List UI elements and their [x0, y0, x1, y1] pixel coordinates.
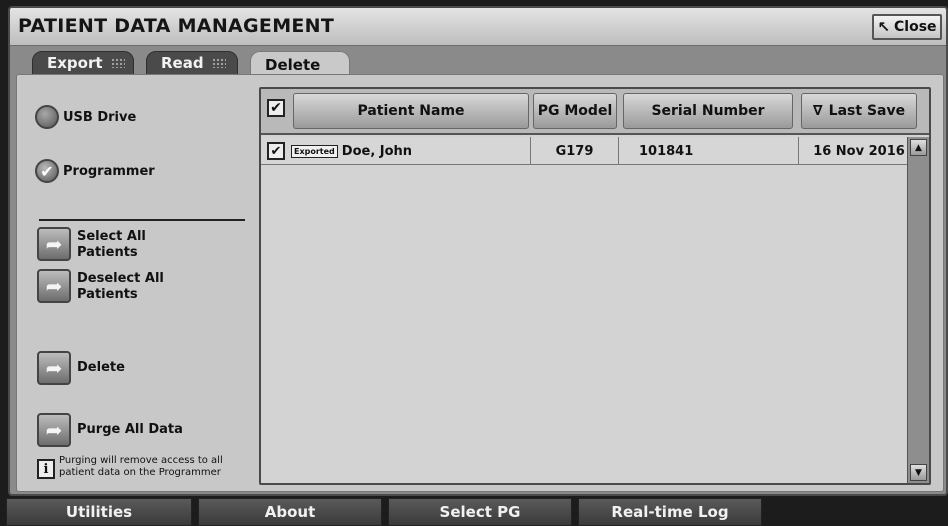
utilities-label: Utilities	[65, 503, 133, 521]
last-save-value: 16 Nov 2016	[813, 143, 905, 159]
arrow-icon: ➦	[45, 274, 63, 298]
patient-name-cell: Exported Doe, John	[291, 137, 531, 165]
deselect-all-patients-action: ➦ Deselect All Patients	[37, 269, 167, 303]
serial-number-cell: 101841	[619, 137, 799, 165]
close-label: Close	[894, 19, 937, 35]
tab-delete-label: Delete	[265, 55, 321, 74]
delete-action: ➦ Delete	[37, 351, 125, 385]
taskbar: Utilities About Select PG Real-time Log	[0, 498, 948, 526]
column-header-label: Patient Name	[357, 103, 465, 119]
arrow-icon: ➦	[45, 356, 63, 380]
check-icon: ✔	[270, 100, 282, 116]
scroll-down-icon[interactable]: ▼	[910, 464, 927, 481]
select-all-patients-action: ➦ Select All Patients	[37, 227, 167, 261]
divider	[39, 219, 245, 221]
purge-all-data-label: Purge All Data	[77, 422, 183, 437]
tab-export[interactable]: Export	[32, 51, 134, 75]
delete-label: Delete	[77, 360, 125, 375]
patient-data-management-window: PATIENT DATA MANAGEMENT ↖ Close Export R…	[8, 6, 948, 496]
info-icon: i	[37, 459, 55, 479]
exported-badge: Exported	[291, 144, 338, 158]
pg-model-cell: G179	[531, 137, 619, 165]
column-header-label: Last Save	[828, 103, 906, 119]
close-button[interactable]: ↖ Close	[872, 14, 942, 40]
table-row[interactable]: ✔ Exported Doe, John G179 101841 16 Nov …	[261, 137, 919, 165]
column-header-pg-model[interactable]: PG Model	[533, 93, 617, 129]
deselect-all-patients-button[interactable]: ➦	[37, 269, 71, 303]
grip-icon	[211, 58, 226, 68]
select-all-patients-label: Select All Patients	[77, 229, 146, 260]
source-option-programmer[interactable]: ✔ Programmer	[35, 159, 155, 183]
column-header-label: Serial Number	[651, 103, 765, 119]
vertical-scrollbar[interactable]: ▲ ▼	[907, 137, 929, 483]
sort-descending-icon: ∇	[812, 103, 823, 119]
select-all-checkbox[interactable]: ✔	[267, 99, 285, 117]
pg-model-value: G179	[555, 143, 594, 159]
delete-panel: USB Drive ✔ Programmer ➦ Select All Pati…	[16, 74, 944, 492]
real-time-log-button[interactable]: Real-time Log	[578, 498, 762, 526]
close-arrow-icon: ↖	[877, 18, 891, 36]
row-checkbox[interactable]: ✔	[267, 142, 285, 160]
purge-all-data-button[interactable]: ➦	[37, 413, 71, 447]
select-pg-label: Select PG	[439, 503, 521, 521]
about-label: About	[264, 503, 316, 521]
grip-icon	[328, 59, 343, 70]
about-button[interactable]: About	[198, 498, 382, 526]
utilities-button[interactable]: Utilities	[6, 498, 192, 526]
arrow-icon: ➦	[45, 418, 63, 442]
radio-unchecked-icon	[35, 105, 59, 129]
arrow-icon: ➦	[45, 232, 63, 256]
check-icon: ✔	[270, 143, 282, 159]
grip-icon	[110, 58, 125, 68]
patient-table: ✔ Patient Name PG Model Serial Number ∇ …	[259, 87, 931, 485]
real-time-log-label: Real-time Log	[611, 503, 729, 521]
deselect-all-patients-label: Deselect All Patients	[77, 271, 164, 302]
last-save-cell: 16 Nov 2016	[799, 137, 919, 165]
purge-note-text: Purging will remove access to all patien…	[59, 455, 223, 478]
select-all-patients-button[interactable]: ➦	[37, 227, 71, 261]
table-header: ✔ Patient Name PG Model Serial Number ∇ …	[261, 89, 929, 135]
tab-read-label: Read	[161, 54, 204, 72]
scroll-up-icon[interactable]: ▲	[910, 139, 927, 156]
serial-number-value: 101841	[639, 143, 694, 159]
tab-read[interactable]: Read	[146, 51, 238, 75]
column-header-patient-name[interactable]: Patient Name	[293, 93, 529, 129]
patient-name-value: Doe, John	[341, 143, 413, 159]
purge-note: i Purging will remove access to all pati…	[37, 455, 245, 479]
select-pg-button[interactable]: Select PG	[388, 498, 572, 526]
title-bar: PATIENT DATA MANAGEMENT ↖ Close	[10, 8, 946, 46]
column-header-serial-number[interactable]: Serial Number	[623, 93, 793, 129]
purge-all-data-action: ➦ Purge All Data	[37, 413, 183, 447]
column-header-label: PG Model	[537, 103, 613, 119]
programmer-label: Programmer	[63, 163, 155, 179]
radio-checked-icon: ✔	[35, 159, 59, 183]
column-header-last-save[interactable]: ∇ Last Save	[801, 93, 917, 129]
usb-drive-label: USB Drive	[63, 109, 137, 125]
window-title: PATIENT DATA MANAGEMENT	[18, 15, 335, 37]
source-option-usb-drive[interactable]: USB Drive	[35, 105, 136, 129]
delete-button[interactable]: ➦	[37, 351, 71, 385]
tab-export-label: Export	[47, 54, 103, 72]
